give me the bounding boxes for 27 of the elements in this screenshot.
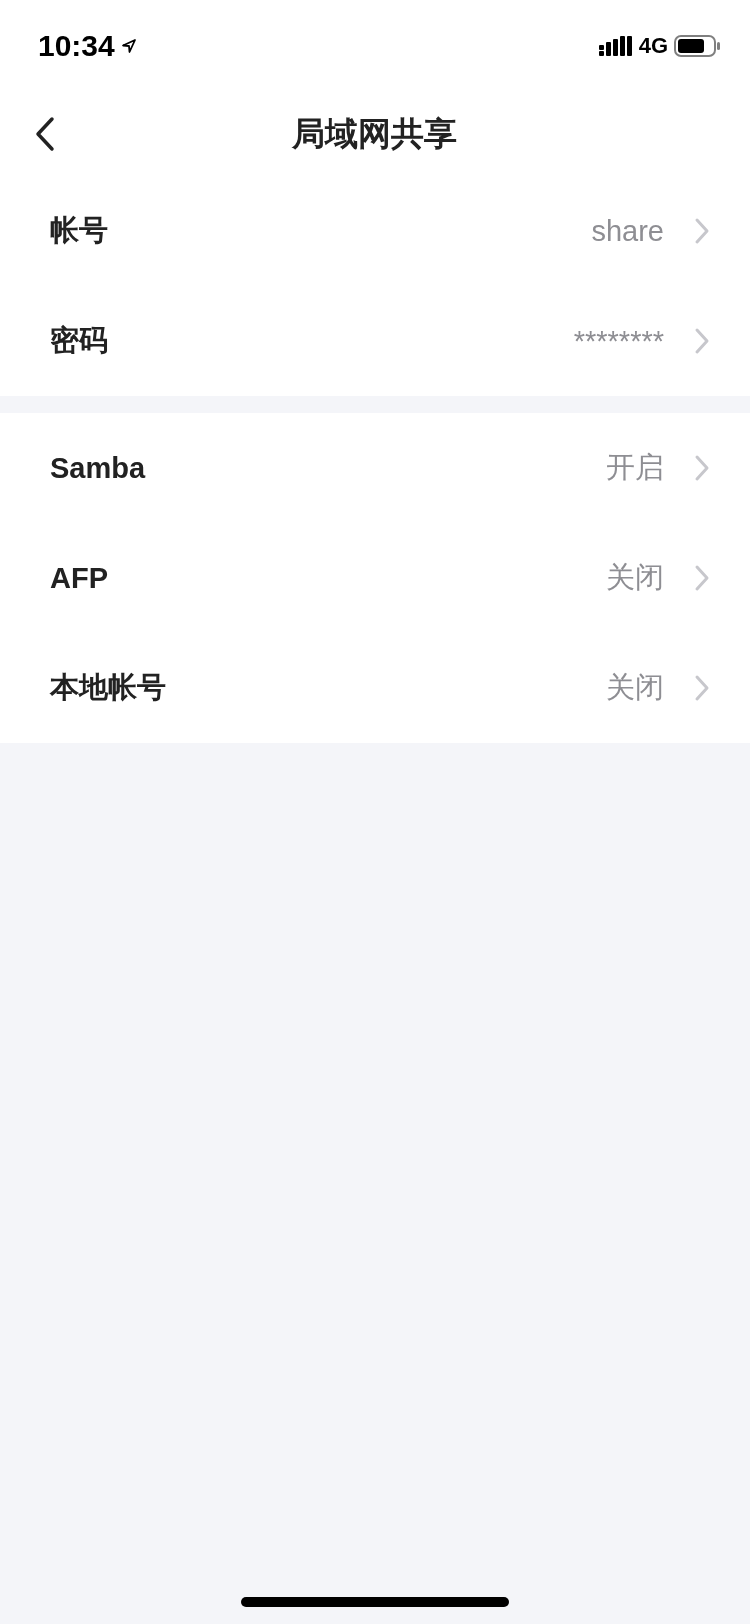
settings-row[interactable]: 本地帐号 关闭 bbox=[0, 633, 750, 743]
row-label: 密码 bbox=[50, 323, 108, 358]
back-chevron-icon bbox=[34, 116, 56, 152]
row-value: 关闭 bbox=[606, 670, 664, 705]
network-label: 4G bbox=[638, 33, 668, 59]
chevron-right-icon bbox=[694, 564, 710, 592]
chevron-right-icon bbox=[694, 217, 710, 245]
clock-time: 10:34 bbox=[38, 29, 115, 63]
row-value: 关闭 bbox=[606, 560, 664, 595]
battery-icon bbox=[674, 35, 720, 57]
settings-row[interactable]: Samba 开启 bbox=[0, 413, 750, 523]
page-title: 局域网共享 bbox=[291, 113, 457, 154]
chevron-right-icon bbox=[694, 674, 710, 702]
settings-row[interactable]: 帐号 share bbox=[0, 176, 750, 286]
row-value: 开启 bbox=[606, 450, 664, 485]
row-label: 本地帐号 bbox=[50, 670, 166, 705]
row-value: share bbox=[591, 214, 664, 248]
signal-icon bbox=[598, 35, 633, 57]
row-label: Samba bbox=[50, 451, 146, 485]
settings-row[interactable]: 密码 ******** bbox=[0, 286, 750, 396]
location-arrow-icon bbox=[120, 38, 137, 54]
row-label: AFP bbox=[50, 561, 108, 595]
chevron-right-icon bbox=[694, 454, 710, 482]
chevron-right-icon bbox=[694, 327, 710, 355]
settings-row[interactable]: AFP 关闭 bbox=[0, 523, 750, 633]
row-value: ******** bbox=[573, 324, 664, 358]
row-label: 帐号 bbox=[50, 213, 108, 248]
